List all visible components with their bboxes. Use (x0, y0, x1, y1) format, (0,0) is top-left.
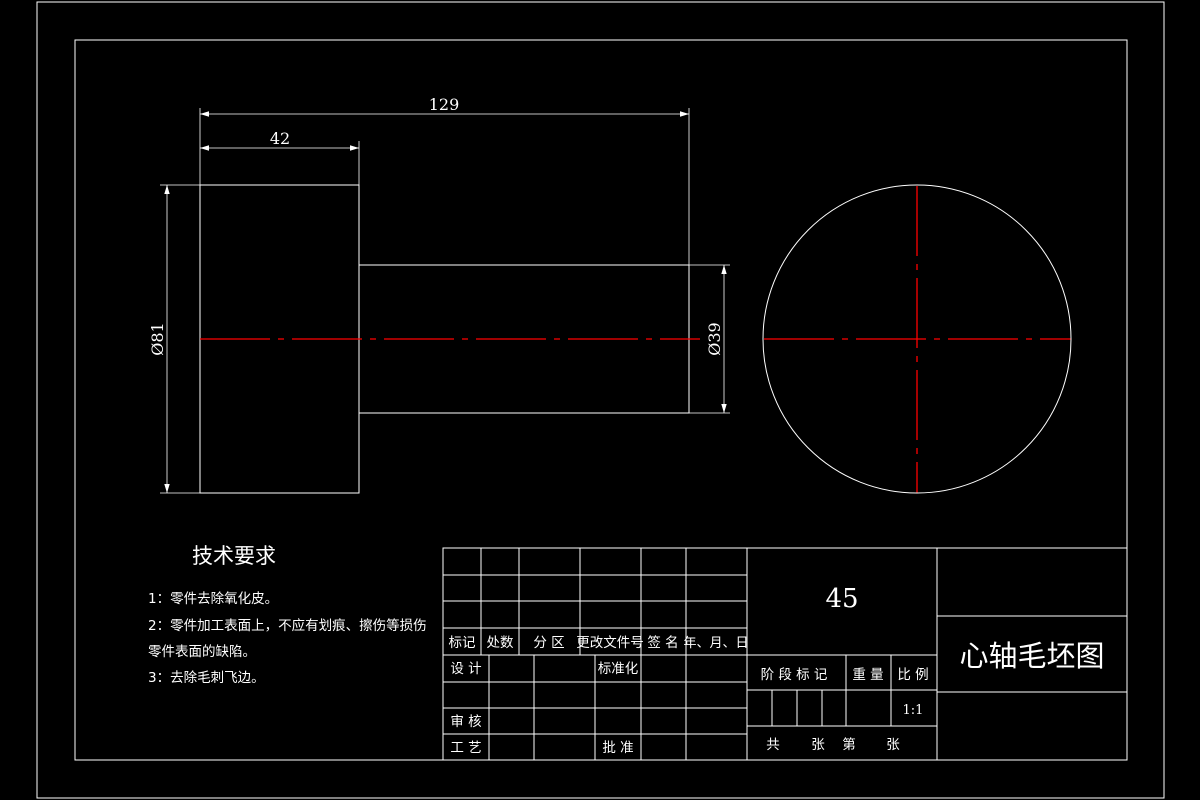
label-process: 工 艺 (450, 740, 481, 756)
label-date: 年、月、日 (683, 636, 748, 651)
dimensions (160, 108, 730, 494)
tech-requirements-title: 技术要求 (192, 544, 276, 568)
label-sheet-unit-2: 张 (886, 737, 900, 753)
label-count: 处数 (487, 635, 515, 651)
label-sheets-total: 共 (766, 737, 780, 753)
label-stage-mark: 阶 段 标 记 (761, 667, 828, 683)
drawing-sheet: 129 42 Ø81 Ø39 技术要求 1：零件去除氧化皮。 2：零件加工表面上… (0, 0, 1200, 800)
dim-81-label: Ø81 (148, 322, 167, 355)
dim-39-label: Ø39 (705, 322, 724, 355)
label-scale: 比 例 (897, 667, 928, 683)
label-zone: 分 区 (533, 635, 564, 651)
dim-42-label: 42 (270, 129, 290, 148)
tech-requirement-line-4: 3：去除毛刺飞边。 (148, 670, 265, 686)
cad-drawing: 129 42 Ø81 Ø39 技术要求 1：零件去除氧化皮。 2：零件加工表面上… (36, 1, 1165, 799)
dim-129-label: 129 (429, 95, 460, 114)
label-sheet-no: 第 (842, 736, 856, 753)
title-block-text: 标记 处数 分 区 更改文件号 签 名 年、月、日 设 计 标准化 审 核 工 … (449, 584, 1105, 756)
tech-requirement-line-3: 零件表面的缺陷。 (148, 644, 256, 660)
label-signature: 签 名 (647, 634, 678, 651)
tech-requirement-line-1: 1：零件去除氧化皮。 (148, 591, 278, 607)
scale-value: 1:1 (903, 703, 924, 718)
label-sheet-unit-1: 张 (811, 737, 825, 753)
label-mark: 标记 (449, 635, 476, 651)
drawing-title: 心轴毛坯图 (959, 639, 1104, 673)
label-standardize: 标准化 (598, 661, 639, 677)
label-change-doc: 更改文件号 (576, 635, 644, 651)
label-approve: 批 准 (602, 740, 633, 756)
tech-requirements: 技术要求 1：零件去除氧化皮。 2：零件加工表面上，不应有划痕、擦伤等损伤 零件… (148, 544, 427, 686)
centerlines (200, 186, 1071, 493)
tech-requirement-line-2: 2：零件加工表面上，不应有划痕、擦伤等损伤 (148, 617, 427, 634)
label-weight: 重 量 (852, 667, 883, 683)
label-design: 设 计 (450, 661, 481, 677)
material-value: 45 (825, 584, 858, 614)
label-review: 审 核 (450, 714, 481, 730)
